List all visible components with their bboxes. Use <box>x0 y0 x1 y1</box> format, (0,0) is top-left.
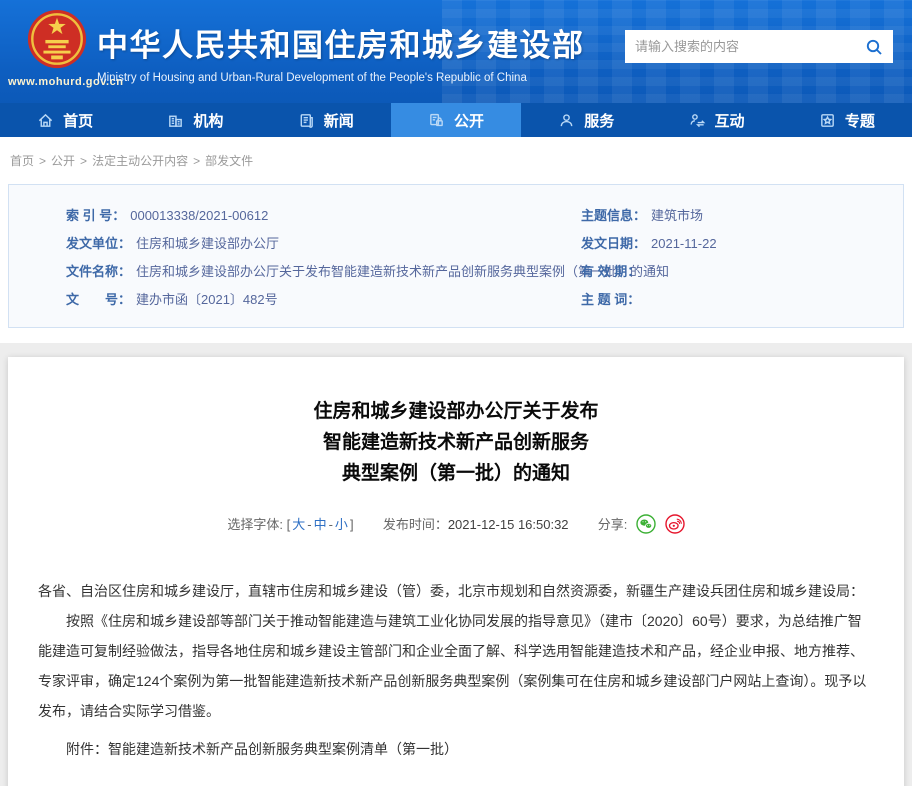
nav-item-label: 首页 <box>63 112 94 130</box>
news-icon <box>298 112 315 129</box>
disclosure-icon <box>428 112 445 129</box>
font-size-small-button[interactable]: 小 <box>335 517 348 532</box>
font-select-label: 选择字体: <box>227 517 283 532</box>
document-number-value: 建办市函〔2021〕482号 <box>136 292 278 307</box>
info-row-docnumber-keywords: 文 号： 建办市函〔2021〕482号 主 题 词： <box>9 286 903 314</box>
document-name-label: 文件名称： <box>66 264 132 279</box>
topic-info-value: 建筑市场 <box>651 208 704 223</box>
topic-info-label: 主题信息： <box>581 208 647 223</box>
site-header: www.mohurd.gov.cn 中华人民共和国住房和城乡建设部 Minist… <box>0 0 912 103</box>
home-icon <box>37 112 54 129</box>
share-label: 分享: <box>597 517 628 532</box>
document-number-label: 文 号： <box>66 292 132 307</box>
font-size-large-button[interactable]: 大 <box>292 517 305 532</box>
breadcrumb-separator: > <box>39 154 47 168</box>
breadcrumb-statutory-disclosure[interactable]: 法定主动公开内容 <box>92 154 188 168</box>
font-size-dash: - <box>328 517 333 532</box>
interaction-icon <box>689 112 706 129</box>
breadcrumb-current-page: 部发文件 <box>205 154 254 168</box>
nav-item-organization[interactable]: 机构 <box>130 103 260 137</box>
info-row-index-topic: 索 引 号： 000013338/2021-00612 主题信息： 建筑市场 <box>9 202 903 230</box>
breadcrumb-separator: > <box>193 154 201 168</box>
nav-item-disclosure[interactable]: 公开 <box>390 103 522 137</box>
font-size-bracket: ] <box>349 517 354 532</box>
issue-date-value: 2021-11-22 <box>651 236 717 251</box>
nav-item-news[interactable]: 新闻 <box>261 103 391 137</box>
nav-item-label: 服务 <box>584 112 615 130</box>
validity-period-label: 有 效 期： <box>581 264 641 279</box>
breadcrumb: 首页 > 公开 > 法定主动公开内容 > 部发文件 <box>0 137 912 181</box>
publish-time-value: 2021-12-15 16:50:32 <box>447 517 569 532</box>
site-subtitle: Ministry of Housing and Urban-Rural Deve… <box>97 72 527 84</box>
breadcrumb-separator: > <box>80 154 88 168</box>
wechat-share-icon[interactable] <box>636 514 656 537</box>
document-info-panel: 索 引 号： 000013338/2021-00612 主题信息： 建筑市场 发… <box>8 184 904 328</box>
site-title: 中华人民共和国住房和城乡建设部 <box>97 28 585 63</box>
nav-item-label: 专题 <box>844 112 875 130</box>
index-number-value: 000013338/2021-00612 <box>130 208 269 223</box>
article-meta-bar: 选择字体: [大 - 中 - 小] 发布时间：2021-12-15 16:50:32 分… <box>8 514 904 537</box>
search-button[interactable] <box>855 30 893 63</box>
national-emblem-icon <box>27 9 87 69</box>
publish-time-label: 发布时间： <box>382 517 448 532</box>
font-size-dash: - <box>307 517 312 532</box>
article-title-line: 住房和城乡建设部办公厅关于发布 <box>313 401 599 422</box>
special-topic-icon <box>819 112 836 129</box>
article-paragraph: 按照《住房和城乡建设部等部门关于推动智能建造与建筑工业化协同发展的指导意见》（建… <box>38 613 867 719</box>
nav-item-special-topic[interactable]: 专题 <box>782 103 912 137</box>
nav-item-label: 公开 <box>453 112 484 130</box>
attachment-line: 附件：智能建造新技术新产品创新服务典型案例清单（第一批） <box>66 741 458 757</box>
nav-item-service[interactable]: 服务 <box>521 103 651 137</box>
keywords-label: 主 题 词： <box>581 292 641 307</box>
search-box <box>625 30 893 63</box>
search-input[interactable] <box>625 30 855 63</box>
service-icon <box>558 112 575 129</box>
nav-item-label: 机构 <box>193 112 224 130</box>
nav-item-interaction[interactable]: 互动 <box>651 103 781 137</box>
nav-item-home[interactable]: 首页 <box>0 103 130 137</box>
nav-item-label: 新闻 <box>323 112 354 130</box>
index-number-label: 索 引 号： <box>66 208 126 223</box>
main-nav: 首页 机构 新闻 公开 服务 互动 专题 <box>0 103 912 137</box>
breadcrumb-home[interactable]: 首页 <box>10 154 34 168</box>
search-icon <box>866 39 882 55</box>
font-size-bracket: [ <box>286 517 291 532</box>
organization-icon <box>167 112 184 129</box>
article-paragraph: 各省、自治区住房和城乡建设厅，直辖市住房和城乡建设（管）委，北京市规划和自然资源… <box>38 583 864 599</box>
article-title: 住房和城乡建设部办公厅关于发布 智能建造新技术新产品创新服务 典型案例（第一批）… <box>8 396 904 489</box>
breadcrumb-disclosure[interactable]: 公开 <box>51 154 75 168</box>
article-body: 各省、自治区住房和城乡建设厅，直辖市住房和城乡建设（管）委，北京市规划和自然资源… <box>38 576 874 764</box>
font-size-medium-button[interactable]: 中 <box>314 517 327 532</box>
weibo-share-icon[interactable] <box>664 514 685 537</box>
issue-date-label: 发文日期： <box>581 236 647 251</box>
info-row-issuer-date: 发文单位： 住房和城乡建设部办公厅 发文日期： 2021-11-22 <box>9 230 903 258</box>
issuing-unit-value: 住房和城乡建设部办公厅 <box>136 236 280 251</box>
nav-item-label: 互动 <box>714 112 745 130</box>
article-panel: 住房和城乡建设部办公厅关于发布 智能建造新技术新产品创新服务 典型案例（第一批）… <box>8 357 904 786</box>
article-title-line: 智能建造新技术新产品创新服务 <box>322 432 589 453</box>
article-title-line: 典型案例（第一批）的通知 <box>341 463 570 484</box>
info-row-filename-validity: 文件名称： 住房和城乡建设部办公厅关于发布智能建造新技术新产品创新服务典型案例（… <box>9 258 903 286</box>
issuing-unit-label: 发文单位： <box>66 236 132 251</box>
